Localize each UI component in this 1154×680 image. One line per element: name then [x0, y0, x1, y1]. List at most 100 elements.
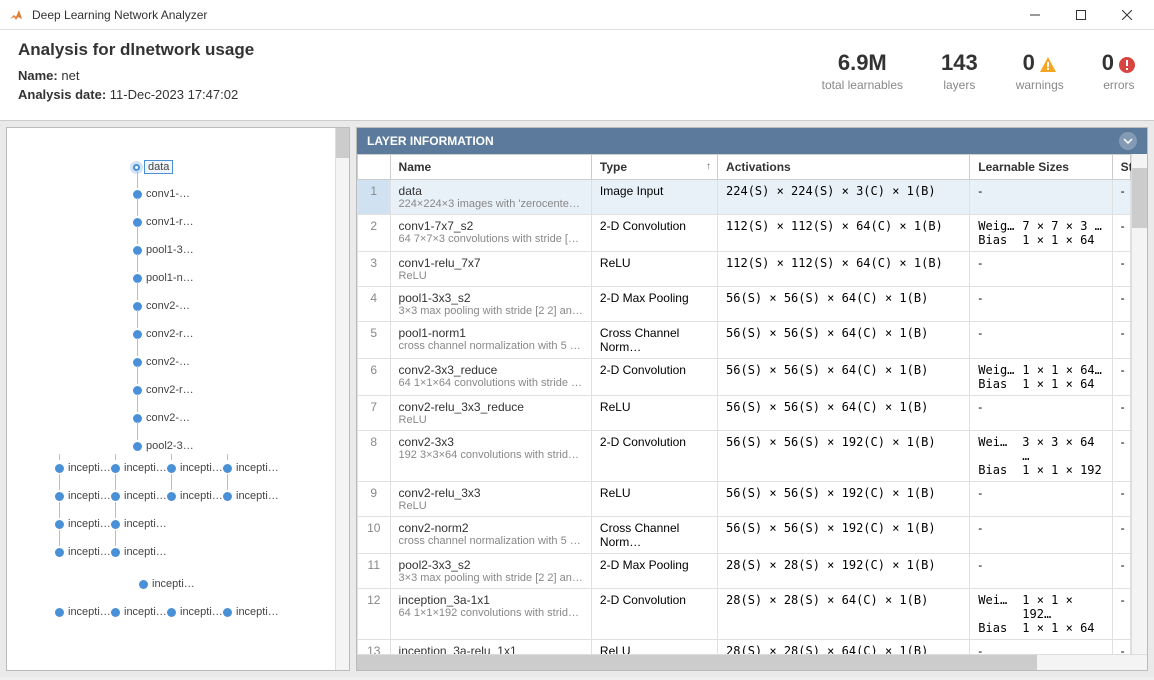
node-dot-icon [55, 548, 64, 557]
table-row[interactable]: 8 conv2-3x3192 3×3×64 convolutions with … [358, 431, 1131, 482]
node-label: inceptio… [180, 606, 228, 618]
graph-node[interactable]: inceptio… [111, 462, 172, 474]
graph-node[interactable]: inceptio… [55, 606, 116, 618]
layer-info-header[interactable]: LAYER INFORMATION [357, 128, 1147, 154]
graph-node[interactable]: conv2-… [133, 356, 190, 368]
table-row[interactable]: 12 inception_3a-1x164 1×1×192 convolutio… [358, 589, 1131, 640]
network-name: Name: net [18, 68, 254, 83]
node-dot-icon [133, 442, 142, 451]
node-label: pool1-3… [146, 244, 194, 256]
graph-node[interactable]: conv1-r… [133, 216, 194, 228]
graph-node[interactable]: inceptio… [55, 546, 116, 558]
cell-activations: 56(S) × 56(S) × 64(C) × 1(B) [718, 287, 970, 322]
minimize-button[interactable] [1012, 0, 1058, 30]
node-label: conv1-r… [146, 216, 194, 228]
graph-edge [137, 366, 138, 384]
node-label: pool1-n… [146, 272, 194, 284]
table-scrollbar-horizontal[interactable] [357, 654, 1147, 670]
table-scrollbar-vertical[interactable] [1131, 154, 1147, 654]
graph-node[interactable]: conv2-… [133, 300, 190, 312]
node-dot-icon [167, 608, 176, 617]
node-dot-icon [139, 580, 148, 589]
maximize-button[interactable] [1058, 0, 1104, 30]
network-graph-panel[interactable]: data conv1-… conv1-r… pool1-3… pool1-n… conv2… [6, 127, 350, 671]
node-label: inceptio… [236, 462, 284, 474]
graph-edge [227, 454, 228, 460]
graph-node[interactable]: inceptio… [55, 462, 116, 474]
graph-node[interactable]: inceptio… [223, 490, 284, 502]
graph-node[interactable]: inceptio… [167, 490, 228, 502]
table-row[interactable]: 10 conv2-norm2cross channel normalizatio… [358, 517, 1131, 554]
close-button[interactable] [1104, 0, 1150, 30]
table-row[interactable]: 1 data224×224×3 images with 'zerocenter'… [358, 180, 1131, 215]
node-dot-icon [223, 464, 232, 473]
graph-node[interactable]: inceptio… [223, 462, 284, 474]
graph-node[interactable]: conv2-… [133, 412, 190, 424]
node-label: inceptio… [180, 490, 228, 502]
col-type[interactable]: Type↑ [591, 155, 717, 180]
table-row[interactable]: 9 conv2-relu_3x3ReLU ReLU 56(S) × 56(S) … [358, 482, 1131, 517]
cell-name: pool1-3x3_s23×3 max pooling with stride … [390, 287, 591, 322]
cell-st: - [1112, 396, 1130, 431]
table-row[interactable]: 2 conv1-7x7_s264 7×7×3 convolutions with… [358, 215, 1131, 252]
graph-node[interactable]: pool1-3… [133, 244, 194, 256]
cell-learnable: - [970, 396, 1112, 431]
layer-table[interactable]: Name Type↑ Activations Learnable Sizes S… [357, 154, 1131, 654]
graph-node[interactable]: pool1-n… [133, 272, 194, 284]
layer-info-panel: LAYER INFORMATION Name Type↑ Activations… [356, 127, 1148, 671]
cell-activations: 28(S) × 28(S) × 64(C) × 1(B) [718, 640, 970, 655]
graph-node[interactable]: inceptio… [167, 606, 228, 618]
table-row[interactable]: 6 conv2-3x3_reduce64 1×1×64 convolutions… [358, 359, 1131, 396]
cell-st: - [1112, 359, 1130, 396]
graph-node[interactable]: pool2-3… [133, 440, 194, 452]
graph-node[interactable]: data [133, 160, 173, 174]
graph-node[interactable]: conv2-r… [133, 384, 194, 396]
node-dot-icon [55, 608, 64, 617]
node-label: inceptio… [180, 462, 228, 474]
node-label: inceptio… [68, 518, 116, 530]
cell-activations: 28(S) × 28(S) × 192(C) × 1(B) [718, 554, 970, 589]
graph-edge [137, 338, 138, 356]
table-row[interactable]: 3 conv1-relu_7x7ReLU ReLU 112(S) × 112(S… [358, 252, 1131, 287]
graph-node[interactable]: inceptio… [139, 578, 200, 590]
graph-scrollbar[interactable] [335, 128, 349, 670]
node-label: conv2-… [146, 412, 190, 424]
col-learnable[interactable]: Learnable Sizes [970, 155, 1112, 180]
table-row[interactable]: 4 pool1-3x3_s23×3 max pooling with strid… [358, 287, 1131, 322]
cell-learnable: - [970, 517, 1112, 554]
cell-learnable: - [970, 554, 1112, 589]
graph-node[interactable]: inceptio… [111, 490, 172, 502]
col-activations[interactable]: Activations [718, 155, 970, 180]
cell-name: data224×224×3 images with 'zerocenter' n… [390, 180, 591, 215]
table-row[interactable]: 7 conv2-relu_3x3_reduceReLU ReLU 56(S) ×… [358, 396, 1131, 431]
chevron-down-icon[interactable] [1119, 132, 1137, 150]
table-row[interactable]: 5 pool1-norm1cross channel normalization… [358, 322, 1131, 359]
graph-node[interactable]: inceptio… [167, 462, 228, 474]
node-dot-icon [111, 520, 120, 529]
cell-learnable: - [970, 640, 1112, 655]
col-index[interactable] [358, 155, 391, 180]
graph-node[interactable]: inceptio… [55, 518, 116, 530]
graph-edge [115, 530, 116, 546]
row-index: 1 [358, 180, 391, 215]
node-dot-icon [111, 548, 120, 557]
graph-node[interactable]: conv1-… [133, 188, 190, 200]
cell-st: - [1112, 517, 1130, 554]
graph-node[interactable]: inceptio… [55, 490, 116, 502]
col-name[interactable]: Name [390, 155, 591, 180]
graph-edge [59, 454, 60, 460]
cell-type: ReLU [591, 252, 717, 287]
cell-st: - [1112, 640, 1130, 655]
sort-arrow-icon[interactable]: ↑ [706, 161, 711, 172]
row-index: 10 [358, 517, 391, 554]
table-row[interactable]: 13 inception_3a-relu_1x1 ReLU 28(S) × 28… [358, 640, 1131, 655]
graph-node[interactable]: inceptio… [111, 518, 172, 530]
graph-node[interactable]: conv2-r… [133, 328, 194, 340]
cell-activations: 56(S) × 56(S) × 192(C) × 1(B) [718, 517, 970, 554]
graph-node[interactable]: inceptio… [223, 606, 284, 618]
row-index: 3 [358, 252, 391, 287]
graph-node[interactable]: inceptio… [111, 546, 172, 558]
table-row[interactable]: 11 pool2-3x3_s23×3 max pooling with stri… [358, 554, 1131, 589]
graph-node[interactable]: inceptio… [111, 606, 172, 618]
col-st[interactable]: St [1112, 155, 1130, 180]
